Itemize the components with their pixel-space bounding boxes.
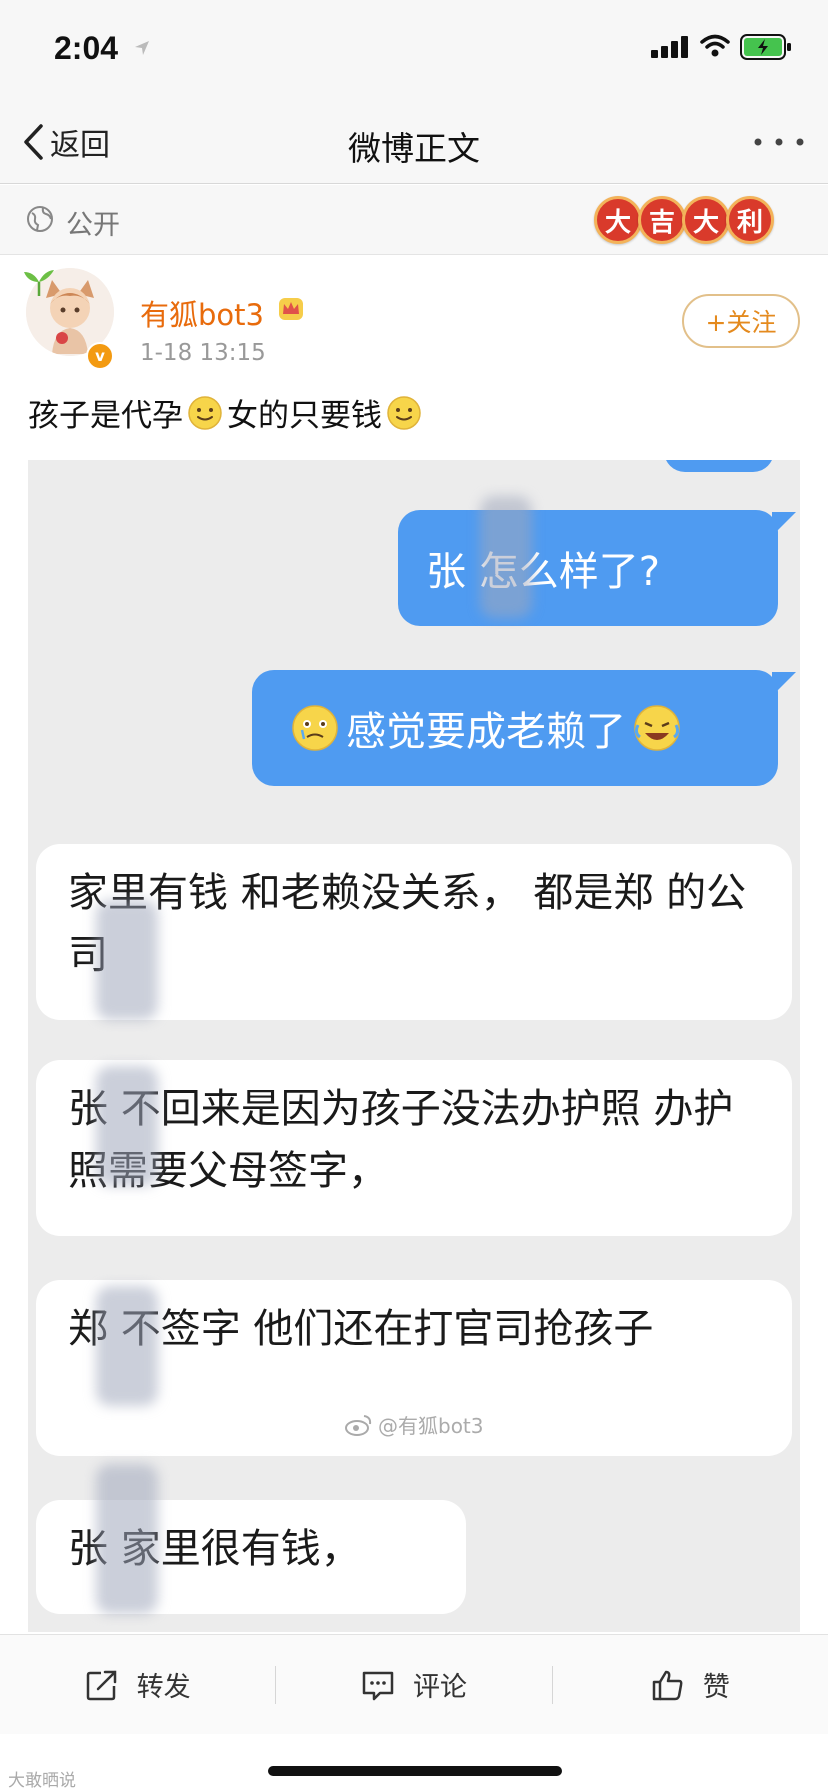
nav-bar: 返回 微博正文 (0, 100, 828, 184)
share-icon (86, 1670, 116, 1700)
signal-icon (651, 36, 688, 58)
badge-char: 大 (594, 196, 642, 244)
more-options-icon[interactable] (752, 130, 806, 154)
home-indicator[interactable] (268, 1766, 562, 1776)
post-text-part: 女的只要钱 (227, 398, 382, 434)
crying-emoji-icon (292, 705, 338, 751)
like-label: 赞 (702, 1672, 730, 1703)
fortune-badge[interactable]: 大 吉 大 利 (594, 196, 774, 244)
corner-watermark: 大敢晒说 (8, 1771, 76, 1791)
badge-char: 大 (682, 196, 730, 244)
blurred-name (96, 1464, 158, 1614)
battery-icon (740, 34, 791, 60)
status-bar: 2:04 (0, 0, 828, 100)
watermark-text: @有狐bot3 (378, 1414, 484, 1438)
thumbs-up-icon (652, 1670, 683, 1700)
username[interactable]: 有狐bot3 (140, 292, 264, 334)
weibo-logo-icon (345, 1414, 372, 1436)
crown-icon (279, 298, 303, 320)
location-arrow-icon (135, 41, 149, 55)
like-button[interactable]: 赞 (553, 1635, 828, 1734)
page-title: 微博正文 (348, 129, 480, 168)
post-image[interactable]: 张 怎么样了? 感觉要成老赖了 家里有钱 和老赖没关系， 都是郑 的公司 张 不… (28, 460, 800, 1632)
chat-message: 家里有钱 和老赖没关系， 都是郑 的公司 (68, 870, 747, 978)
bubble-tail (772, 512, 796, 536)
action-toolbar: 转发 评论 赞 (0, 1634, 828, 1734)
blurred-name (96, 900, 158, 1020)
watermark: @有狐bot3 (344, 1410, 484, 1439)
chat-message: 感觉要成老赖了 (346, 709, 626, 755)
chat-message: 张 不回来是因为孩子没法办护照 办护照需要父母签字， (68, 1086, 734, 1194)
post-text: 孩子是代孕 女的只要钱 (28, 390, 426, 435)
smile-emoji-icon (387, 395, 421, 430)
comment-icon (362, 1671, 394, 1700)
post-text-part: 孩子是代孕 (28, 398, 183, 434)
status-time: 2:04 (54, 30, 119, 66)
badge-char: 利 (726, 196, 774, 244)
laughing-tears-emoji-icon (634, 705, 680, 751)
smile-emoji-icon (188, 395, 222, 430)
repost-button[interactable]: 转发 (0, 1635, 275, 1734)
globe-icon (27, 206, 53, 232)
blurred-name (480, 496, 532, 618)
chat-bubble-sent: 感觉要成老赖了 (252, 670, 778, 786)
chat-message: 张 怎么样了? (426, 549, 660, 595)
verified-badge: v (86, 342, 114, 370)
chat-bubble-sent: 张 怎么样了? (398, 510, 778, 626)
bubble-tail (772, 672, 796, 696)
comment-label: 评论 (412, 1672, 467, 1703)
bubble-fragment (664, 460, 774, 472)
post-timestamp: 1-18 13:15 (140, 340, 266, 366)
visibility-label: 公开 (66, 210, 120, 241)
sprout-icon (24, 270, 54, 296)
blurred-name (96, 1066, 158, 1186)
visibility-row: 公开 大 吉 大 利 (0, 185, 828, 255)
blurred-name (96, 1286, 158, 1406)
comment-button[interactable]: 评论 (276, 1635, 551, 1734)
wifi-icon (700, 34, 730, 57)
repost-label: 转发 (136, 1672, 191, 1703)
badge-char: 吉 (638, 196, 686, 244)
follow-button[interactable]: +关注 (682, 294, 800, 348)
